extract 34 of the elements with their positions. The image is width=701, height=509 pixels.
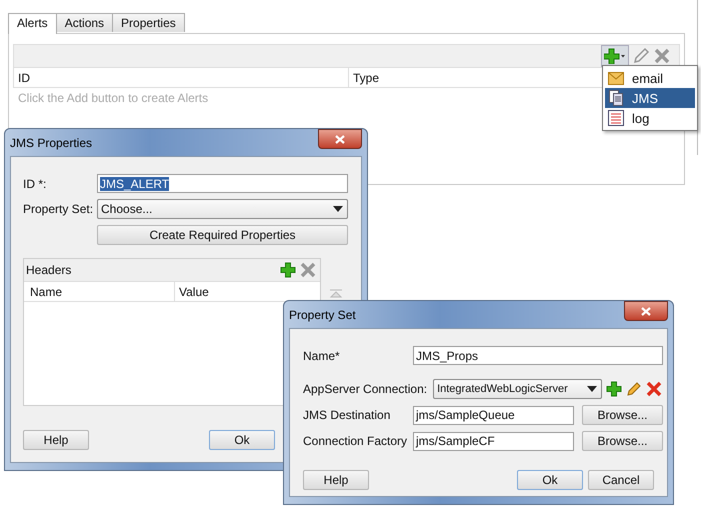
menu-item[interactable]: log: [605, 108, 695, 128]
dialog-button[interactable]: Help: [303, 470, 369, 490]
column-header[interactable]: Value: [175, 282, 213, 301]
browse-button[interactable]: Browse...: [582, 405, 663, 425]
browse-button[interactable]: Browse...: [582, 431, 663, 451]
empty-table-message: Click the Add button to create Alerts: [17, 90, 210, 107]
field-label: AppServer Connection:: [303, 382, 428, 396]
window-title: JMS Properties: [10, 136, 92, 150]
tab[interactable]: Alerts: [8, 13, 57, 34]
field-label: Connection Factory: [303, 434, 405, 448]
column-header[interactable]: ID: [14, 68, 349, 87]
connection-dropdown[interactable]: IntegratedWebLogicServer: [433, 379, 602, 399]
property-set-dropdown[interactable]: Choose...: [97, 199, 348, 219]
column-header[interactable]: Type: [349, 68, 384, 87]
dialog-button[interactable]: Ok: [517, 470, 583, 490]
field-label: Property Set:: [23, 202, 94, 216]
dialog-button[interactable]: Help: [23, 430, 89, 450]
dialog-button[interactable]: Ok: [209, 430, 275, 450]
window-title: Property Set: [289, 308, 356, 322]
menu-item[interactable]: JMS: [605, 88, 695, 108]
tab[interactable]: Properties: [112, 13, 185, 32]
panel-title: Headers: [26, 263, 72, 277]
text-field[interactable]: jms/SampleCF: [413, 432, 574, 450]
field-label: ID *:: [23, 176, 48, 190]
name-field[interactable]: JMS_Props: [413, 346, 663, 365]
text-field[interactable]: jms/SampleQueue: [413, 406, 574, 424]
field-label: JMS Destination: [303, 408, 392, 422]
id-field[interactable]: JMS_ALERT: [97, 174, 348, 193]
create-properties-button[interactable]: Create Required Properties: [97, 225, 348, 245]
menu-item[interactable]: email: [605, 68, 695, 88]
field-label: Name*: [303, 348, 341, 362]
dialog-button[interactable]: Cancel: [588, 470, 654, 490]
column-header[interactable]: Name: [24, 282, 175, 301]
tab[interactable]: Actions: [56, 13, 114, 32]
